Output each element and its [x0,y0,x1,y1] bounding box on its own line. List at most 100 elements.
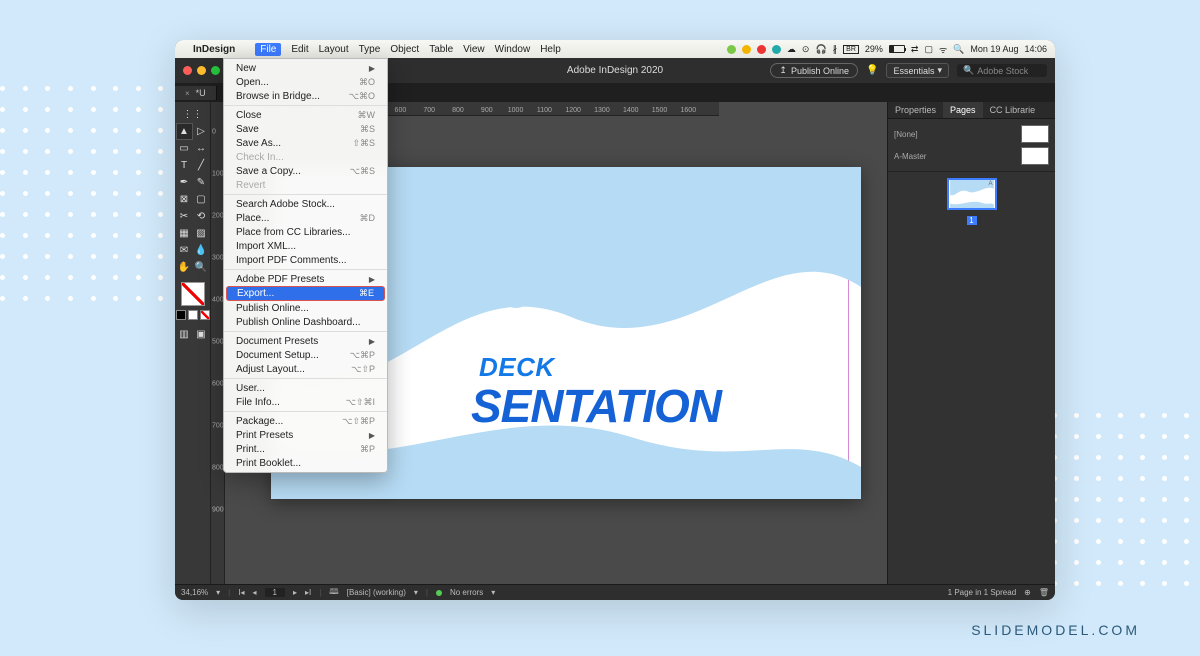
page-nav-first-icon[interactable]: I◂ [238,588,244,597]
wifi-icon[interactable]: ᯤ [939,43,947,56]
menubar-time[interactable]: 14:06 [1024,44,1047,54]
close-window-icon[interactable] [183,66,192,75]
menu-item-publish-online-dashboard[interactable]: Publish Online Dashboard... [224,315,387,329]
new-page-icon[interactable]: ⊕ [1024,588,1031,597]
mac-menu-object[interactable]: Object [390,44,419,55]
note-tool[interactable]: ✉ [176,242,193,259]
rectangle-frame-tool[interactable]: ⊠ [176,191,193,208]
gradient-feather-tool[interactable]: ▨ [193,225,210,242]
master-a-row[interactable]: A-Master [894,145,1049,167]
cloud-icon[interactable]: ☁ [787,44,796,55]
workspace-select[interactable]: Essentials▾ [886,63,949,78]
document-tab[interactable]: × *U [175,86,217,100]
menu-item-export[interactable]: Export...⌘E [226,286,385,301]
window-controls[interactable] [183,66,220,75]
mac-menu-help[interactable]: Help [540,44,561,55]
fastswitch-icon[interactable]: ⇄ [911,44,919,55]
menu-item-open[interactable]: Open...⌘O [224,75,387,89]
transform-tool[interactable]: ⟲ [193,208,210,225]
menu-item-package[interactable]: Package...⌥⇧⌘P [224,414,387,428]
page-nav-next-icon[interactable]: ▸ [293,588,297,597]
menu-item-save[interactable]: Save⌘S [224,122,387,136]
apply-none-icon[interactable] [200,310,210,320]
mac-menu-layout[interactable]: Layout [319,44,349,55]
menu-item-place-from-cc-libraries[interactable]: Place from CC Libraries... [224,225,387,239]
publish-online-button[interactable]: ↥Publish Online [770,63,858,78]
fill-stroke-swatch[interactable] [181,282,205,306]
menu-item-save-as[interactable]: Save As...⇧⌘S [224,136,387,150]
zoom-tool[interactable]: 🔍 [193,259,210,276]
rectangle-tool[interactable]: ▢ [193,191,210,208]
page-nav-last-icon[interactable]: ▸I [305,588,311,597]
airplay-icon[interactable]: ▢ [924,44,933,55]
mac-menu-view[interactable]: View [463,44,485,55]
page-number-badge[interactable]: 1 [967,216,977,225]
menu-item-print-presets[interactable]: Print Presets▶ [224,428,387,442]
hand-tool[interactable]: ✋ [176,259,193,276]
scissors-tool[interactable]: ✂ [176,208,193,225]
menu-item-search-adobe-stock[interactable]: Search Adobe Stock... [224,197,387,211]
minimize-window-icon[interactable] [197,66,206,75]
menu-item-place[interactable]: Place...⌘D [224,211,387,225]
tab-properties[interactable]: Properties [888,102,943,118]
menu-item-import-xml[interactable]: Import XML... [224,239,387,253]
mac-menu-edit[interactable]: Edit [291,44,308,55]
spotlight-icon[interactable]: 🔍 [953,44,964,55]
apply-gradient-icon[interactable] [188,310,198,320]
mac-menu-window[interactable]: Window [495,44,531,55]
pencil-tool[interactable]: ✎ [193,174,210,191]
menu-item-browse-in-bridge[interactable]: Browse in Bridge...⌥⌘O [224,89,387,103]
selection-tool[interactable]: ▲ [176,123,193,140]
eyedropper-tool[interactable]: 💧 [193,242,210,259]
menu-item-publish-online[interactable]: Publish Online... [224,301,387,315]
page-nav-input[interactable]: 1 [265,588,285,597]
apply-color-icon[interactable] [176,310,186,320]
language-badge[interactable]: BR [843,45,859,54]
menu-item-print[interactable]: Print...⌘P [224,442,387,456]
zoom-level[interactable]: 34,16% [181,588,208,597]
direct-selection-tool[interactable]: ▷ [193,123,210,140]
menu-item-close[interactable]: Close⌘W [224,108,387,122]
preflight-profile[interactable]: [Basic] (working) [347,588,406,597]
mac-menu-type[interactable]: Type [359,44,381,55]
page-thumbnail[interactable]: A [947,178,997,210]
view-mode-preview[interactable]: ▣ [193,326,210,343]
menu-item-adjust-layout[interactable]: Adjust Layout...⌥⇧P [224,362,387,376]
type-tool[interactable]: T [176,157,193,174]
menubar-date[interactable]: Mon 19 Aug [970,44,1018,54]
zoom-window-icon[interactable] [211,66,220,75]
pen-tool[interactable]: ✒ [176,174,193,191]
menu-item-document-setup[interactable]: Document Setup...⌥⌘P [224,348,387,362]
menu-item-file-info[interactable]: File Info...⌥⇧⌘I [224,395,387,409]
trash-icon[interactable]: 🗑 [1039,588,1049,597]
stock-search-input[interactable]: 🔍Adobe Stock [957,64,1047,77]
menu-item-document-presets[interactable]: Document Presets▶ [224,334,387,348]
page-tool[interactable]: ▭ [176,140,193,157]
gap-tool[interactable]: ↔ [193,140,210,157]
master-none-row[interactable]: [None] [894,123,1049,145]
app-title: Adobe InDesign 2020 [567,65,663,76]
gradient-tool[interactable]: ▦ [176,225,193,242]
toolbox-handle-icon[interactable]: ⋮⋮ [184,106,201,123]
mac-menu-table[interactable]: Table [429,44,453,55]
menu-item-new[interactable]: New▶ [224,61,387,75]
lightbulb-icon[interactable]: 💡 [866,65,878,76]
menu-item-user[interactable]: User... [224,381,387,395]
preflight-errors[interactable]: No errors [450,588,483,597]
menu-item-import-pdf-comments[interactable]: Import PDF Comments... [224,253,387,267]
wifi-icon[interactable]: ⊙ [802,44,810,55]
tab-cc-libraries[interactable]: CC Librarie [983,102,1043,118]
menu-item-adobe-pdf-presets[interactable]: Adobe PDF Presets▶ [224,272,387,286]
menu-item-save-a-copy[interactable]: Save a Copy...⌥⌘S [224,164,387,178]
headphones-icon[interactable]: 🎧 [815,44,826,55]
menu-item-print-booklet[interactable]: Print Booklet... [224,456,387,470]
close-tab-icon[interactable]: × [185,89,190,98]
view-mode-normal[interactable]: ▥ [176,326,193,343]
bluetooth-icon[interactable]: ∦ [833,44,838,55]
mac-menu-file[interactable]: File [255,43,281,56]
line-tool[interactable]: ╱ [193,157,210,174]
tab-pages[interactable]: Pages [943,102,983,118]
app-window: InDesign FileEditLayoutTypeObjectTableVi… [175,40,1055,600]
preflight-menu-icon[interactable]: 🕮 [329,586,338,600]
page-nav-prev-icon[interactable]: ◂ [252,588,256,597]
